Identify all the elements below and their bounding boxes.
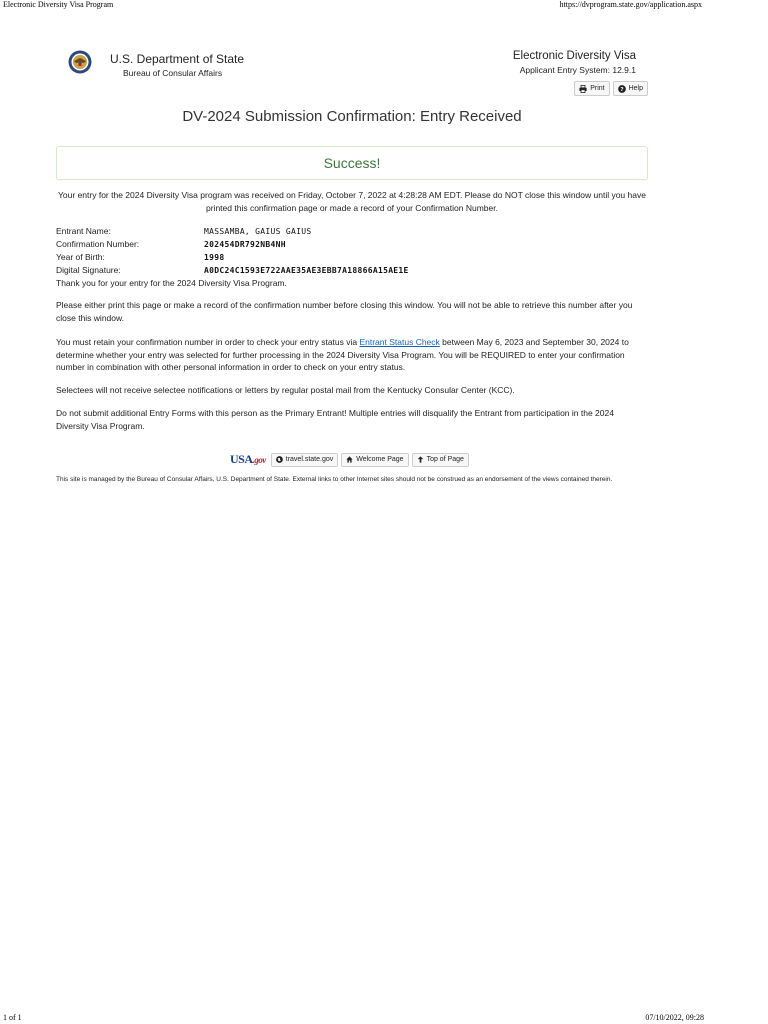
usa-gov-logo-suffix: .gov	[252, 455, 267, 465]
detail-label: Digital Signature:	[56, 265, 121, 275]
detail-row-entrant-name: Entrant Name: MASSAMBA, GAIUS GAIUS	[56, 225, 648, 238]
detail-row-digital-signature: Digital Signature: A0DC24C1593E722AAE35A…	[56, 264, 648, 277]
bureau-name: Bureau of Consular Affairs	[123, 68, 223, 78]
globe-icon	[275, 456, 283, 463]
success-alert: Success!	[56, 146, 648, 180]
header-actions: Print ? Help	[574, 81, 648, 96]
success-message: Success!	[323, 155, 381, 171]
print-button[interactable]: Print	[574, 81, 610, 96]
usa-gov-logo[interactable]: USA .gov	[230, 452, 266, 467]
thanks-paragraph: Thank you for your entry for the 2024 Di…	[56, 278, 287, 288]
entrant-status-check-link[interactable]: Entrant Status Check	[359, 337, 439, 347]
print-header-title: Electronic Diversity Visa Program	[3, 0, 114, 9]
help-button[interactable]: ? Help	[612, 81, 648, 96]
print-footer: 1 of 1 07/10/2022, 09:28	[0, 1012, 768, 1024]
print-button-label: Print	[590, 85, 605, 92]
print-footer-page-number: 1 of 1	[3, 1013, 22, 1022]
help-button-label: Help	[628, 85, 643, 92]
travel-link-label: travel.state.gov	[285, 455, 334, 463]
system-version: Applicant Entry System: 12.9.1	[519, 65, 636, 75]
printer-icon	[579, 84, 587, 93]
retain-text-before: You must retain your confirmation number…	[56, 337, 360, 347]
department-seal-icon	[68, 50, 92, 74]
usa-gov-logo-main: USA	[230, 452, 253, 466]
page-title: DV-2024 Submission Confirmation: Entry R…	[182, 108, 522, 125]
app-branding: Electronic Diversity Visa Applicant Entr…	[513, 50, 636, 75]
detail-label: Confirmation Number:	[56, 239, 140, 249]
app-title: Electronic Diversity Visa	[512, 50, 636, 62]
detail-label: Entrant Name:	[56, 226, 111, 236]
confirmation-number-value: 202454DR792NB4NH	[204, 240, 286, 249]
print-footer-datetime: 07/10/2022, 09:28	[645, 1013, 704, 1022]
top-of-page-link[interactable]: Top of Page	[411, 452, 469, 467]
selectees-paragraph: Selectees will not receive selectee noti…	[56, 385, 515, 395]
digital-signature-value: A0DC24C1593E722AAE35AE3EBB7A18866A15AE1E	[204, 266, 409, 275]
svg-text:?: ?	[620, 87, 623, 93]
intro-text: Your entry for the 2024 Diversity Visa p…	[58, 190, 646, 213]
print-header: Electronic Diversity Visa Program https:…	[0, 0, 768, 12]
year-of-birth-value: 1998	[204, 253, 225, 262]
no-additional-entries-paragraph: Do not submit additional Entry Forms wit…	[56, 408, 614, 431]
welcome-link-label: Welcome Page	[356, 455, 404, 463]
print-notice-paragraph: Please either print this page or make a …	[56, 300, 633, 323]
home-icon	[346, 456, 353, 463]
question-circle-icon: ?	[617, 84, 626, 93]
department-name: U.S. Department of State	[110, 52, 245, 66]
detail-row-confirmation-number: Confirmation Number: 202454DR792NB4NH	[56, 238, 648, 251]
arrow-up-icon	[417, 456, 423, 463]
entry-details: Entrant Name: MASSAMBA, GAIUS GAIUS Conf…	[56, 225, 648, 277]
top-link-label: Top of Page	[426, 455, 464, 463]
retain-paragraph: You must retain your confirmation number…	[56, 336, 636, 374]
detail-label: Year of Birth:	[56, 252, 105, 262]
detail-row-year-of-birth: Year of Birth: 1998	[56, 251, 648, 264]
travel-state-gov-link[interactable]: travel.state.gov	[270, 452, 339, 467]
welcome-page-link[interactable]: Welcome Page	[341, 452, 409, 467]
footer-links: USA .gov travel.state.gov Welcome Page To…	[230, 452, 469, 467]
site-disclaimer: This site is managed by the Bureau of Co…	[56, 476, 613, 483]
print-header-url: https://dvprogram.state.gov/application.…	[559, 0, 702, 9]
entrant-name-value: MASSAMBA, GAIUS GAIUS	[204, 227, 312, 236]
